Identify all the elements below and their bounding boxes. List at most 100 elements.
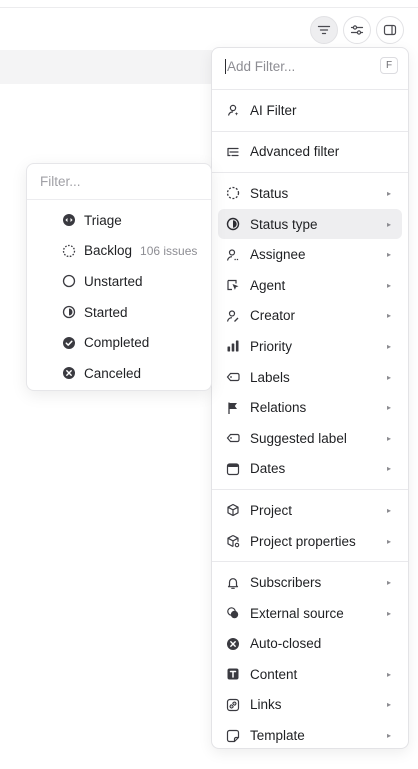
menu-item-content[interactable]: Content ▸ bbox=[218, 659, 402, 690]
submenu-filter-placeholder: Filter... bbox=[40, 174, 81, 189]
agent-icon bbox=[225, 277, 241, 293]
submenu-filter-input[interactable]: Filter... bbox=[27, 164, 211, 200]
menu-item-links[interactable]: Links ▸ bbox=[218, 690, 402, 721]
backlog-dashed-circle-icon bbox=[61, 243, 77, 259]
template-icon bbox=[225, 728, 241, 744]
menu-item-label: Status bbox=[250, 185, 289, 201]
status-type-option-completed[interactable]: Completed bbox=[27, 327, 211, 358]
menu-item-label: Subscribers bbox=[250, 575, 322, 591]
menu-item-label: Agent bbox=[250, 277, 286, 293]
menu-item-priority[interactable]: Priority ▸ bbox=[218, 331, 402, 362]
suggested-label-icon bbox=[225, 430, 241, 446]
creator-icon bbox=[225, 308, 241, 324]
triage-icon bbox=[61, 212, 77, 228]
menu-item-label: Relations bbox=[250, 400, 307, 416]
status-type-option-started[interactable]: Started bbox=[27, 297, 211, 328]
menu-item-label: Links bbox=[250, 697, 282, 713]
menu-item-agent[interactable]: Agent ▸ bbox=[218, 270, 402, 301]
menu-item-template[interactable]: Template ▸ bbox=[218, 720, 402, 751]
menu-item-external-source[interactable]: External source ▸ bbox=[218, 598, 402, 629]
status-type-label: Backlog bbox=[84, 243, 133, 259]
page: Add Filter... F AI Filter Advanced filte… bbox=[0, 0, 418, 769]
menu-item-labels[interactable]: Labels ▸ bbox=[218, 362, 402, 393]
issue-count: 106 issues bbox=[140, 243, 198, 258]
menu-divider bbox=[212, 130, 408, 132]
submenu-arrow-icon: ▸ bbox=[386, 403, 391, 413]
submenu-arrow-icon: ▸ bbox=[386, 372, 391, 382]
menu-item-ai-filter[interactable]: AI Filter bbox=[218, 95, 402, 126]
menu-item-project[interactable]: Project ▸ bbox=[218, 495, 402, 526]
bell-icon bbox=[225, 575, 241, 591]
submenu-arrow-icon: ▸ bbox=[386, 188, 391, 198]
menu-item-label: Assignee bbox=[250, 247, 306, 263]
submenu-arrow-icon: ▸ bbox=[386, 433, 391, 443]
priority-bars-icon bbox=[225, 338, 241, 354]
status-type-label: Canceled bbox=[84, 365, 142, 381]
submenu-arrow-icon: ▸ bbox=[386, 464, 391, 474]
menu-item-label: Advanced filter bbox=[250, 144, 340, 160]
text-content-icon bbox=[225, 666, 241, 682]
menu-divider bbox=[212, 489, 408, 491]
add-filter-placeholder: Add Filter... bbox=[227, 58, 296, 74]
menu-item-label: Project bbox=[250, 502, 293, 518]
submenu-arrow-icon: ▸ bbox=[386, 311, 391, 321]
half-circle-icon bbox=[225, 216, 241, 232]
menu-item-relations[interactable]: Relations ▸ bbox=[218, 392, 402, 423]
top-divider bbox=[0, 7, 418, 8]
menu-item-status[interactable]: Status ▸ bbox=[218, 178, 402, 209]
filter-button[interactable] bbox=[310, 16, 338, 44]
menu-item-label: Auto-closed bbox=[250, 636, 322, 652]
menu-divider bbox=[212, 89, 408, 90]
sliders-icon bbox=[350, 25, 364, 35]
assignee-icon bbox=[225, 247, 241, 263]
submenu-arrow-icon: ▸ bbox=[386, 280, 391, 290]
menu-item-label: Content bbox=[250, 666, 298, 682]
status-type-label: Started bbox=[84, 304, 128, 320]
label-tag-icon bbox=[225, 369, 241, 385]
status-type-option-unstarted[interactable]: Unstarted bbox=[27, 266, 211, 297]
status-type-label: Completed bbox=[84, 335, 150, 351]
menu-item-project-properties[interactable]: Project properties ▸ bbox=[218, 526, 402, 557]
status-type-option-canceled[interactable]: Canceled bbox=[27, 358, 211, 389]
list-header-row bbox=[0, 50, 212, 84]
menu-item-status-type[interactable]: Status type ▸ bbox=[218, 208, 402, 240]
menu-item-label: Priority bbox=[250, 338, 293, 354]
x-circle-icon bbox=[61, 365, 77, 381]
menu-item-assignee[interactable]: Assignee ▸ bbox=[218, 239, 402, 270]
half-circle-icon bbox=[61, 304, 77, 320]
display-options-button[interactable] bbox=[343, 16, 371, 44]
menu-item-suggested-label[interactable]: Suggested label ▸ bbox=[218, 423, 402, 454]
project-cube-icon bbox=[225, 502, 241, 518]
status-type-list: Triage Backlog 106 issues Unstarted Star… bbox=[27, 200, 211, 389]
menu-item-advanced-filter[interactable]: Advanced filter bbox=[218, 137, 402, 168]
submenu-arrow-icon: ▸ bbox=[386, 536, 391, 546]
menu-item-subscribers[interactable]: Subscribers ▸ bbox=[218, 567, 402, 598]
menu-item-auto-closed[interactable]: Auto-closed bbox=[218, 629, 402, 660]
project-properties-icon bbox=[225, 533, 241, 549]
submenu-arrow-icon: ▸ bbox=[386, 250, 391, 260]
add-filter-input[interactable]: Add Filter... F bbox=[212, 48, 408, 84]
external-source-icon bbox=[225, 605, 241, 621]
ai-person-icon bbox=[225, 102, 241, 118]
status-type-submenu: Filter... Triage Backlog 106 issues Unst… bbox=[26, 163, 212, 391]
status-type-option-triage[interactable]: Triage bbox=[27, 205, 211, 236]
submenu-arrow-icon: ▸ bbox=[386, 341, 391, 351]
menu-item-dates[interactable]: Dates ▸ bbox=[218, 454, 402, 485]
toggle-sidebar-button[interactable] bbox=[376, 16, 404, 44]
submenu-arrow-icon: ▸ bbox=[386, 669, 391, 679]
menu-divider bbox=[212, 561, 408, 563]
menu-item-label: AI Filter bbox=[250, 102, 297, 118]
empty-circle-icon bbox=[61, 273, 77, 289]
status-type-label: Triage bbox=[84, 212, 122, 228]
menu-item-label: External source bbox=[250, 605, 344, 621]
menu-item-creator[interactable]: Creator ▸ bbox=[218, 301, 402, 332]
submenu-arrow-icon: ▸ bbox=[386, 608, 391, 618]
submenu-arrow-icon: ▸ bbox=[386, 578, 391, 588]
status-type-option-backlog[interactable]: Backlog 106 issues bbox=[27, 236, 211, 267]
menu-item-label: Template bbox=[250, 728, 305, 744]
flag-icon bbox=[225, 400, 241, 416]
shortcut-key-badge: F bbox=[380, 57, 398, 74]
filter-menu: Add Filter... F AI Filter Advanced filte… bbox=[211, 47, 409, 749]
menu-item-label: Creator bbox=[250, 308, 296, 324]
advanced-filter-icon bbox=[225, 144, 241, 160]
